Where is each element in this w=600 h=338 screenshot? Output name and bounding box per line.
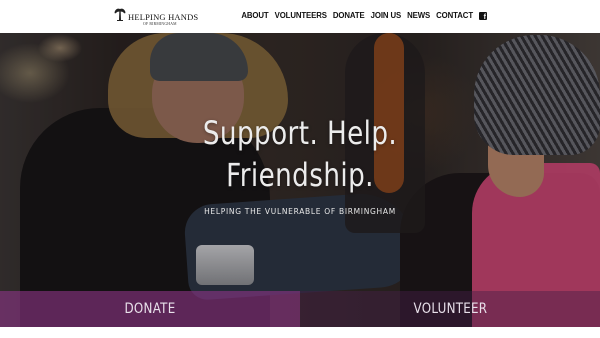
- site-header: HELPING HANDS OF BIRMINGHAM ABOUT VOLUNT…: [0, 0, 600, 33]
- facebook-icon[interactable]: [479, 11, 487, 21]
- nav-volunteers[interactable]: VOLUNTEERS: [275, 11, 327, 20]
- nav-contact[interactable]: CONTACT: [436, 11, 473, 20]
- hero-title: Support. Help. Friendship.: [54, 112, 546, 196]
- nav-about[interactable]: ABOUT: [241, 11, 268, 20]
- hero-section: Support. Help. Friendship. HELPING THE V…: [0, 33, 600, 327]
- hero-title-line-1: Support. Help.: [202, 114, 398, 152]
- hands-logo-icon: [114, 8, 126, 21]
- hero-title-line-2: Friendship.: [226, 156, 374, 194]
- donate-button[interactable]: DONATE: [0, 291, 300, 327]
- nav-join-us[interactable]: JOIN US: [371, 11, 402, 20]
- volunteer-button[interactable]: VOLUNTEER: [300, 291, 600, 327]
- hero-subtitle: HELPING THE VULNERABLE OF BIRMINGHAM: [204, 207, 396, 216]
- nav-donate[interactable]: DONATE: [333, 11, 365, 20]
- logo-title: HELPING HANDS: [128, 12, 199, 22]
- logo-subtitle: OF BIRMINGHAM: [143, 22, 177, 26]
- main-nav: ABOUT VOLUNTEERS DONATE JOIN US NEWS CON…: [241, 11, 487, 21]
- volunteer-button-label: VOLUNTEER: [413, 301, 487, 317]
- donate-button-label: DONATE: [124, 301, 176, 317]
- nav-news[interactable]: NEWS: [407, 11, 430, 20]
